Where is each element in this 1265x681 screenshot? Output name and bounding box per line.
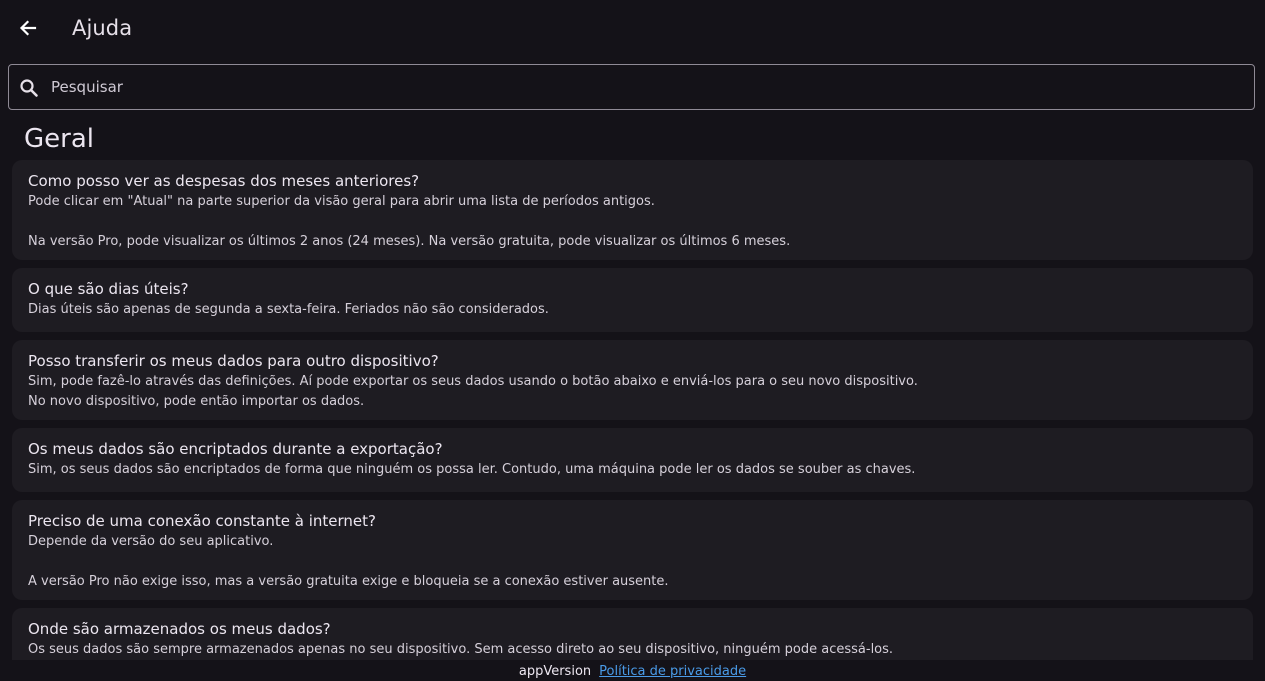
page-title: Ajuda: [72, 16, 133, 40]
arrow-left-icon: [19, 20, 37, 36]
faq-question: Como posso ver as despesas dos meses ant…: [28, 172, 420, 190]
search-field[interactable]: [8, 64, 1255, 110]
faq-answer: Sim, pode fazê-lo através das definições…: [28, 374, 918, 409]
back-button[interactable]: [14, 14, 42, 42]
faq-answer: Pode clicar em "Atual" na parte superior…: [28, 194, 791, 249]
section-title: Geral: [24, 124, 94, 154]
app-version-label: appVersion: [518, 664, 592, 679]
faq-item[interactable]: Como posso ver as despesas dos meses ant…: [12, 160, 1253, 260]
faq-question: Preciso de uma conexão constante à inter…: [28, 512, 376, 530]
faq-answer: Sim, os seus dados são encriptados de fo…: [28, 462, 916, 477]
privacy-policy-link[interactable]: Política de privacidade: [599, 664, 746, 679]
faq-answer: Os seus dados são sempre armazenados ape…: [28, 642, 894, 657]
search-icon: [20, 79, 38, 97]
app-bar: Ajuda: [0, 0, 1265, 58]
faq-question: Posso transferir os meus dados para outr…: [28, 352, 439, 370]
faq-item[interactable]: Onde são armazenados os meus dados? Os s…: [12, 608, 1253, 660]
faq-answer: Depende da versão do seu aplicativo. A v…: [28, 534, 669, 589]
faq-item[interactable]: O que são dias úteis? Dias úteis são ape…: [12, 268, 1253, 332]
faq-item[interactable]: Preciso de uma conexão constante à inter…: [12, 500, 1253, 600]
faq-question: O que são dias úteis?: [28, 280, 189, 298]
faq-item[interactable]: Posso transferir os meus dados para outr…: [12, 340, 1253, 420]
faq-answer: Dias úteis são apenas de segunda a sexta…: [28, 302, 549, 317]
faq-list: Como posso ver as despesas dos meses ant…: [12, 160, 1253, 660]
search-input[interactable]: [51, 65, 1241, 109]
faq-question: Os meus dados são encriptados durante a …: [28, 440, 443, 458]
help-screen: Ajuda Geral Como posso ver as despesas d…: [0, 0, 1265, 681]
faq-question: Onde são armazenados os meus dados?: [28, 620, 331, 638]
footer: appVersion Política de privacidade: [0, 662, 1265, 681]
faq-item[interactable]: Os meus dados são encriptados durante a …: [12, 428, 1253, 492]
